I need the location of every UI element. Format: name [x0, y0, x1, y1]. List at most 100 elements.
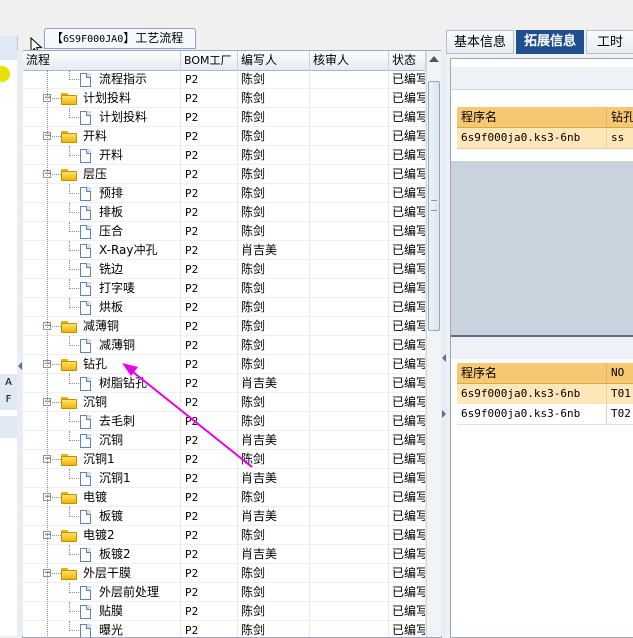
- folder-icon: [61, 568, 77, 580]
- status-cell: 已编写: [389, 374, 426, 393]
- folder-icon: [61, 93, 77, 105]
- node-label: 排板: [99, 205, 124, 219]
- table-row[interactable]: 板镀 P2 肖吉美 已编写: [23, 507, 426, 526]
- process-title-tab[interactable]: 【6S9F000JA0】工艺流程: [44, 28, 196, 49]
- status-cell: 已编写: [389, 203, 426, 222]
- table-row[interactable]: 曝光 P2 陈剑 已编写: [23, 621, 426, 637]
- table-row[interactable]: 沉铜1 P2 肖吉美 已编写: [23, 469, 426, 488]
- collapse-middle-arrow-icon[interactable]: [442, 354, 446, 362]
- table-row[interactable]: − 外层干膜 P2 陈剑 已编写: [23, 564, 426, 583]
- table-row[interactable]: 去毛刺 P2 陈剑 已编写: [23, 412, 426, 431]
- reviewer-cell: [310, 241, 389, 260]
- author-cell: 陈剑: [238, 146, 310, 165]
- table-row[interactable]: 烘板 P2 陈剑 已编写: [23, 298, 426, 317]
- author-cell: 陈剑: [238, 336, 310, 355]
- table-row[interactable]: − 计划投料 P2 陈剑 已编写: [23, 89, 426, 108]
- scroll-up-arrow-icon[interactable]: [429, 56, 439, 62]
- table-row[interactable]: − 沉铜1 P2 陈剑 已编写: [23, 450, 426, 469]
- left-splitter[interactable]: [17, 50, 23, 636]
- column-header-reviewer[interactable]: 核审人: [310, 51, 389, 70]
- status-cell: 已编写: [389, 450, 426, 469]
- author-cell: 肖吉美: [238, 507, 310, 526]
- table-row[interactable]: 6s9f000ja0.ks3-6nb T01: [457, 384, 633, 405]
- table-row[interactable]: X-Ray冲孔 P2 肖吉美 已编写: [23, 241, 426, 260]
- left-pane-text-a: A: [5, 377, 12, 388]
- table-row[interactable]: 减薄铜 P2 陈剑 已编写: [23, 336, 426, 355]
- table-row[interactable]: 流程指示 P2 陈剑 已编写: [23, 70, 426, 89]
- bom-cell: P2: [181, 526, 238, 545]
- bom-cell: P2: [181, 431, 238, 450]
- table-row[interactable]: 压合 P2 陈剑 已编写: [23, 222, 426, 241]
- status-cell: 已编写: [389, 469, 426, 488]
- table-row[interactable]: 沉铜 P2 肖吉美 已编写: [23, 431, 426, 450]
- no-cell: T01: [611, 387, 631, 400]
- table-row[interactable]: 6s9f000ja0.ks3-6nb ss: [457, 128, 633, 149]
- document-icon: [80, 282, 91, 296]
- status-cell: 已编写: [389, 355, 426, 374]
- node-label: 去毛刺: [99, 414, 136, 428]
- column-header-program-name[interactable]: 程序名: [457, 107, 607, 127]
- table-row[interactable]: − 电镀 P2 陈剑 已编写: [23, 488, 426, 507]
- bom-cell: P2: [181, 222, 238, 241]
- table-row[interactable]: − 开料 P2 陈剑 已编写: [23, 127, 426, 146]
- tab-extended-info[interactable]: 拓展信息: [516, 30, 584, 54]
- author-cell: 陈剑: [238, 393, 310, 412]
- grid-vertical-scrollbar[interactable]: [426, 51, 441, 637]
- expand-right-arrow-icon[interactable]: [442, 410, 446, 418]
- collapse-left-arrow-icon[interactable]: [18, 362, 22, 370]
- document-icon: [80, 510, 91, 524]
- table-row[interactable]: 开料 P2 陈剑 已编写: [23, 146, 426, 165]
- tab-basic-info[interactable]: 基本信息: [446, 30, 514, 54]
- status-cell: 已编写: [389, 621, 426, 637]
- table-row[interactable]: 排板 P2 陈剑 已编写: [23, 203, 426, 222]
- scrollbar-thumb[interactable]: [428, 81, 440, 331]
- column-header-status[interactable]: 状态: [389, 51, 426, 70]
- table-row[interactable]: − 钻孔 P2 陈剑 已编写: [23, 355, 426, 374]
- document-icon: [80, 73, 91, 87]
- column-header-no[interactable]: NO: [607, 363, 633, 383]
- right-splitter[interactable]: [441, 50, 447, 636]
- table-row[interactable]: − 层压 P2 陈剑 已编写: [23, 165, 426, 184]
- column-header-program-name[interactable]: 程序名: [457, 363, 607, 383]
- status-cell: 已编写: [389, 146, 426, 165]
- table-row[interactable]: 贴膜 P2 陈剑 已编写: [23, 602, 426, 621]
- table-row[interactable]: 板镀2 P2 肖吉美 已编写: [23, 545, 426, 564]
- reviewer-cell: [310, 450, 389, 469]
- status-cell: 已编写: [389, 507, 426, 526]
- table-row[interactable]: 预排 P2 陈剑 已编写: [23, 184, 426, 203]
- node-label: 开料: [99, 148, 124, 162]
- table-row[interactable]: 6s9f000ja0.ks3-6nb T02: [457, 404, 633, 425]
- reviewer-cell: [310, 165, 389, 184]
- status-cell: 已编写: [389, 545, 426, 564]
- node-label: 减薄铜: [99, 338, 136, 352]
- title-prefix: 【: [51, 31, 64, 45]
- table-row[interactable]: − 电镀2 P2 陈剑 已编写: [23, 526, 426, 545]
- table-row[interactable]: 树脂钻孔 P2 肖吉美 已编写: [23, 374, 426, 393]
- tab-work-hours[interactable]: 工时: [586, 30, 633, 54]
- status-cell: 已编写: [389, 317, 426, 336]
- folder-icon: [61, 359, 77, 371]
- bom-cell: P2: [181, 203, 238, 222]
- table-row[interactable]: − 减薄铜 P2 陈剑 已编写: [23, 317, 426, 336]
- reviewer-cell: [310, 374, 389, 393]
- table-row[interactable]: − 沉铜 P2 陈剑 已编写: [23, 393, 426, 412]
- table-row[interactable]: 计划投料 P2 陈剑 已编写: [23, 108, 426, 127]
- bom-cell: P2: [181, 165, 238, 184]
- left-pane-tab[interactable]: A F: [0, 374, 17, 410]
- column-header-author[interactable]: 编写人: [238, 51, 310, 70]
- bom-cell: P2: [181, 621, 238, 637]
- table-row[interactable]: 外层前处理 P2 陈剑 已编写: [23, 583, 426, 602]
- node-label: 电镀2: [83, 528, 115, 542]
- reviewer-cell: [310, 146, 389, 165]
- table-row[interactable]: 打字唛 P2 陈剑 已编写: [23, 279, 426, 298]
- table-row[interactable]: 铣边 P2 陈剑 已编写: [23, 260, 426, 279]
- column-header-flow[interactable]: 流程: [23, 51, 181, 70]
- detail-tabs: 基本信息 拓展信息 工时: [446, 30, 633, 54]
- node-label: 流程指示: [99, 72, 148, 86]
- bom-cell: P2: [181, 260, 238, 279]
- column-header-drill[interactable]: 钻孔: [607, 107, 633, 127]
- folder-icon: [61, 131, 77, 143]
- author-cell: 陈剑: [238, 488, 310, 507]
- column-header-bom[interactable]: BOM工厂: [181, 51, 238, 70]
- document-icon: [80, 548, 91, 562]
